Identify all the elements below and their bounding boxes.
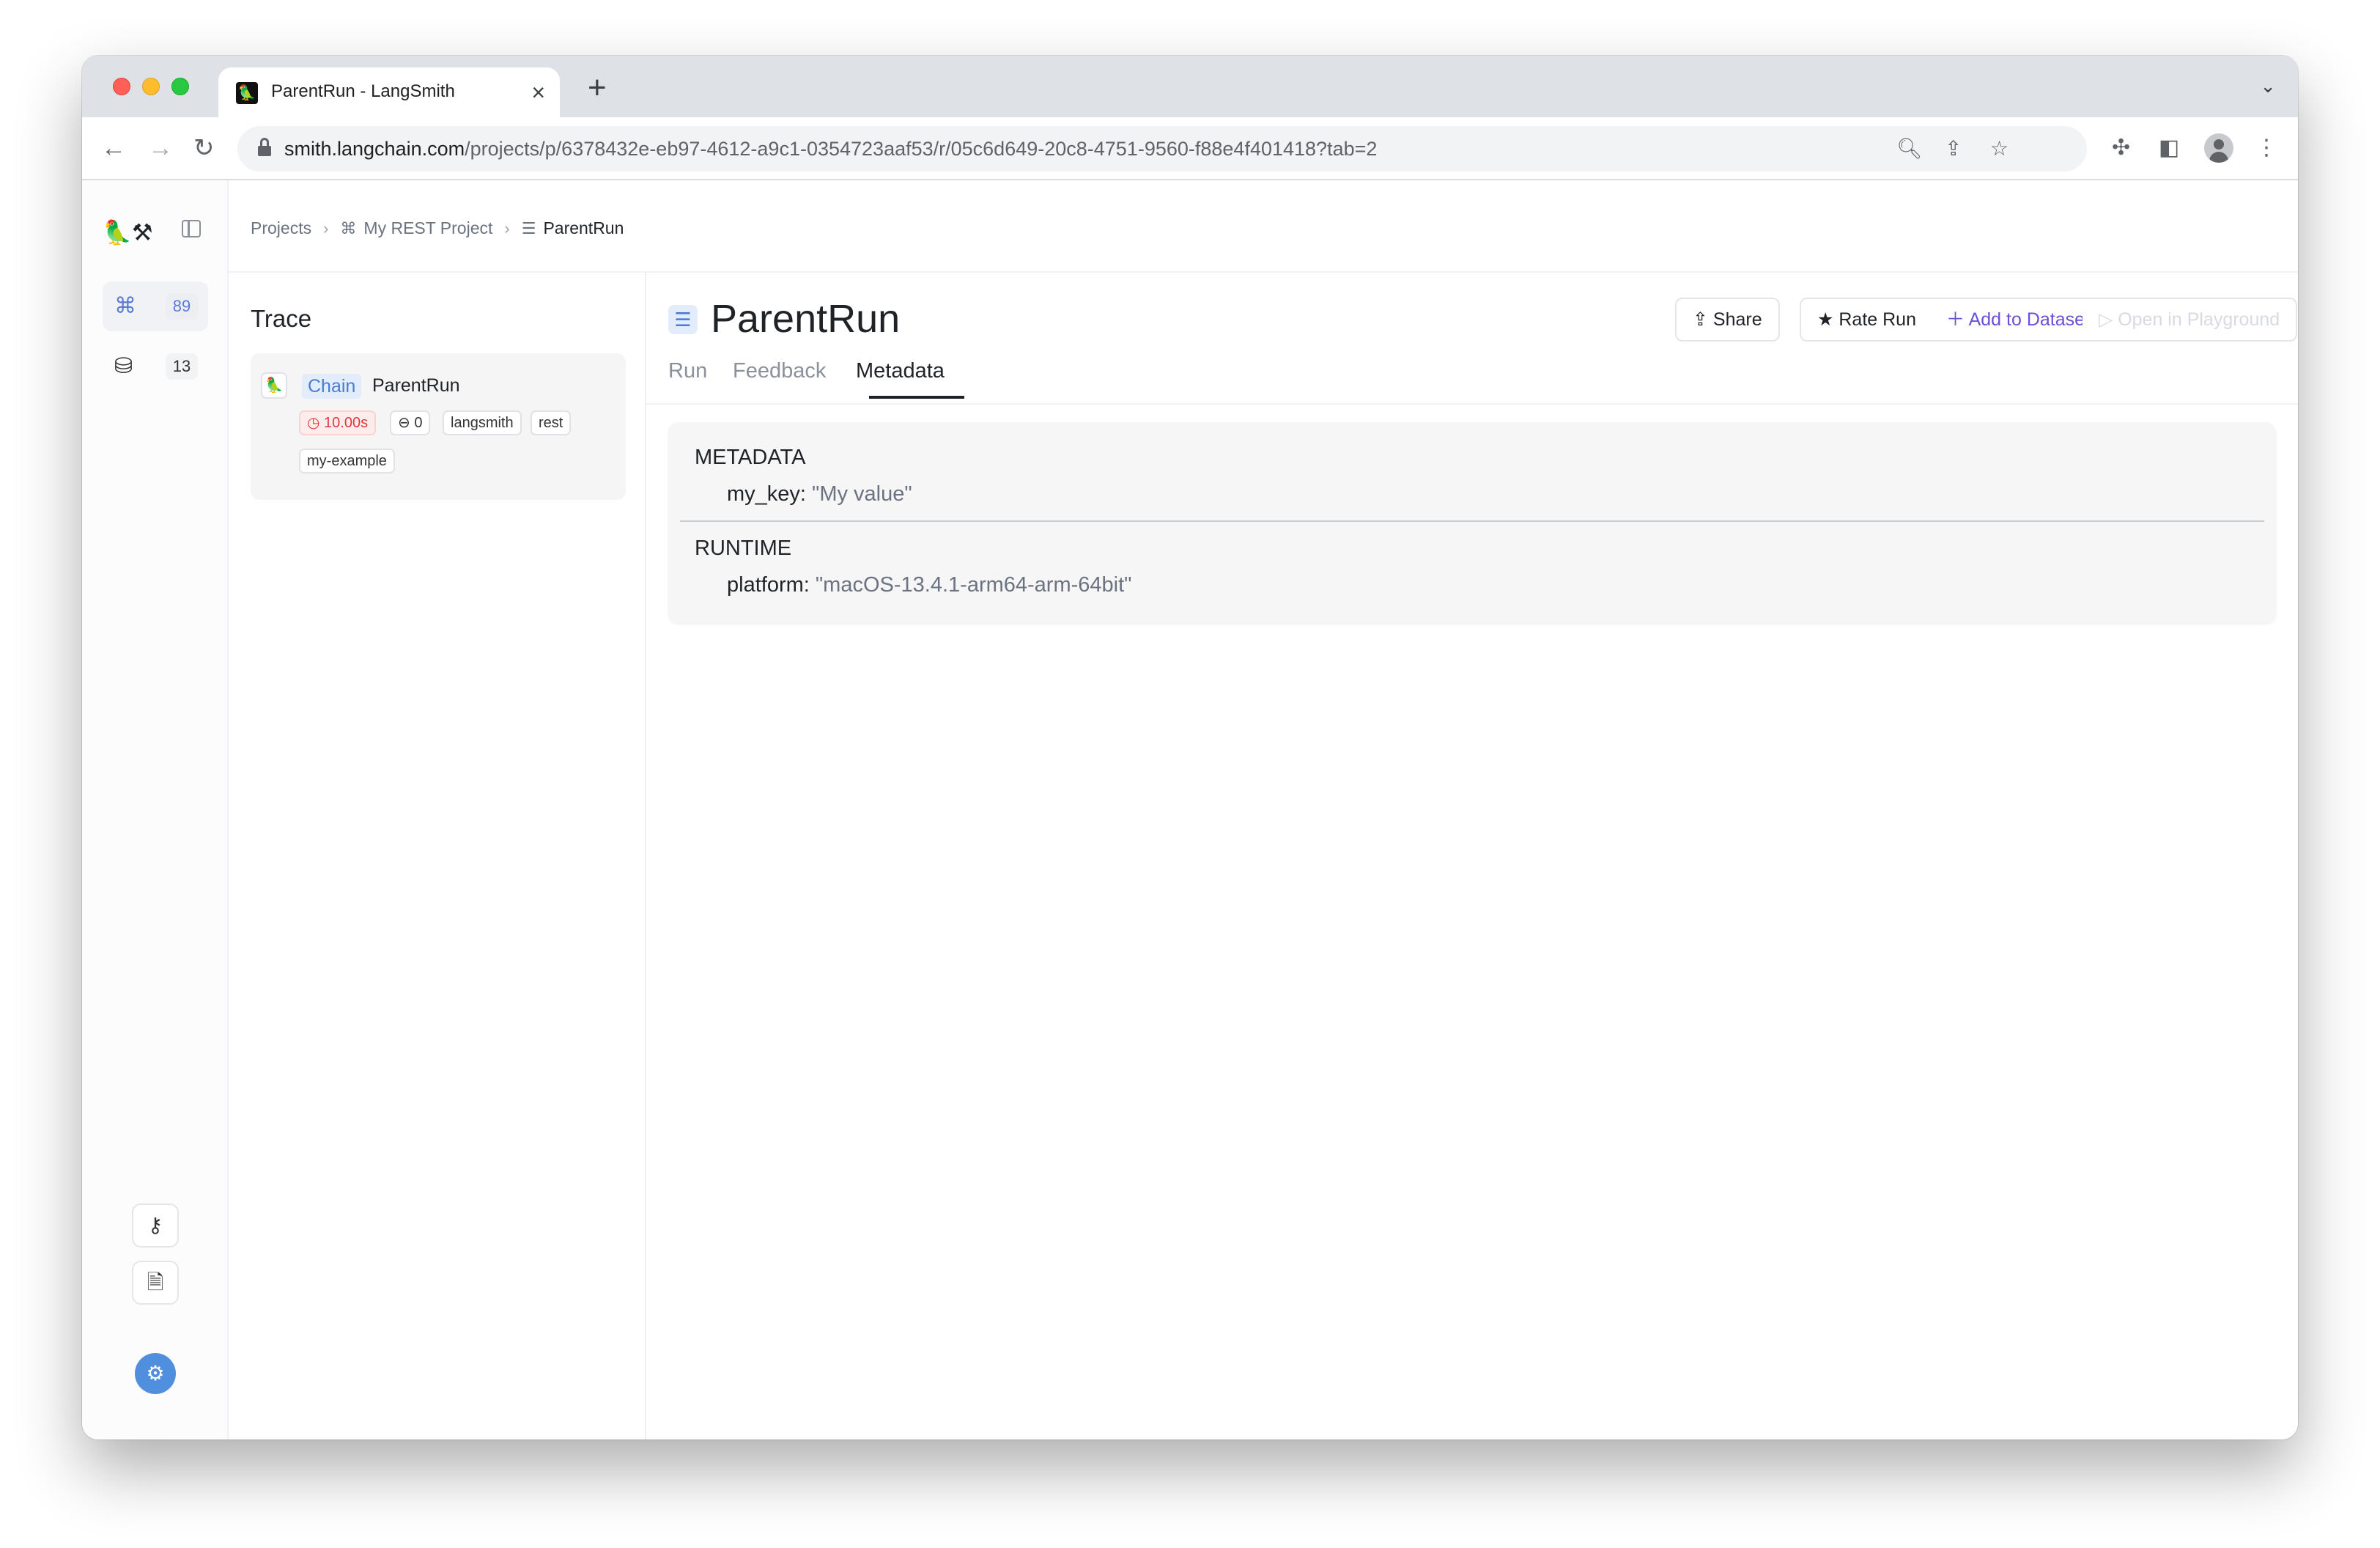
project-grid-icon: ⌘ bbox=[340, 218, 357, 237]
left-rail: 🦜⚒ ⌘ 89 ⛁ 13 ⚷ 🗎 ⚙ bbox=[82, 180, 229, 1440]
run-type-badge: Chain bbox=[302, 374, 362, 399]
trace-run-card[interactable]: 🦜 Chain ParentRun ◷ 10.00s ⊖ 0 langsmith… bbox=[251, 353, 626, 500]
zoom-icon[interactable]: 🔍︎ bbox=[1896, 135, 1923, 163]
trace-panel: Trace 🦜 Chain ParentRun ◷ 10.00s ⊖ 0 lan… bbox=[229, 273, 646, 1440]
token-icon: ⊖ bbox=[398, 415, 410, 431]
browser-toolbar: ← → ↻ smith.langchain.com/projects/p/637… bbox=[82, 117, 2298, 180]
profile-avatar-icon[interactable] bbox=[2204, 133, 2233, 163]
metadata-divider bbox=[680, 520, 2264, 522]
maximize-window-button[interactable] bbox=[171, 78, 189, 95]
tab-search-chevron-icon[interactable]: ⌄ bbox=[2260, 75, 2276, 97]
user-icon: ⚙ bbox=[146, 1362, 165, 1385]
tab-strip: 🦜 ParentRun - LangSmith × + ⌄ bbox=[82, 56, 2298, 117]
close-tab-icon[interactable]: × bbox=[531, 78, 545, 107]
bookmark-star-icon[interactable]: ☆ bbox=[1990, 135, 2008, 163]
rail-item-projects[interactable]: ⌘ 89 bbox=[103, 281, 208, 331]
play-circle-icon: ▷ bbox=[2099, 309, 2113, 330]
chevron-right-icon: › bbox=[323, 218, 329, 237]
tag-rest: rest bbox=[531, 410, 572, 435]
upload-icon: ⇪ bbox=[1693, 309, 1708, 330]
extensions-puzzle-icon[interactable]: ✣ bbox=[2112, 133, 2130, 163]
run-name: ParentRun bbox=[372, 375, 460, 396]
reload-icon[interactable]: ↻ bbox=[193, 132, 215, 164]
breadcrumb-projects[interactable]: Projects bbox=[251, 218, 311, 238]
url-text[interactable]: smith.langchain.com/projects/p/6378432e-… bbox=[284, 138, 1377, 161]
star-icon: ★ bbox=[1817, 309, 1834, 330]
forward-arrow-icon[interactable]: → bbox=[148, 132, 173, 164]
minimize-window-button[interactable] bbox=[142, 78, 160, 95]
sidebar-toggle-icon[interactable] bbox=[182, 220, 201, 237]
projects-grid-icon: ⌘ bbox=[114, 294, 136, 318]
langsmith-logo-icon[interactable]: 🦜⚒ bbox=[103, 218, 153, 246]
tag-my-example: my-example bbox=[299, 449, 395, 473]
page-title: ParentRun bbox=[711, 297, 901, 341]
rate-run-button[interactable]: ★ Rate Run bbox=[1800, 298, 1934, 342]
tabs-divider bbox=[646, 403, 2298, 405]
latency-badge: ◷ 10.00s bbox=[299, 410, 377, 435]
share-page-icon[interactable]: ⇪ bbox=[1945, 135, 1962, 163]
api-key-button[interactable]: ⚷ bbox=[132, 1204, 179, 1247]
side-panel-icon[interactable]: ◧ bbox=[2159, 133, 2179, 163]
lock-icon[interactable] bbox=[258, 138, 271, 157]
token-count-badge: ⊖ 0 bbox=[390, 410, 431, 435]
tab-feedback[interactable]: Feedback bbox=[733, 359, 826, 383]
address-bar[interactable]: smith.langchain.com/projects/p/6378432e-… bbox=[237, 126, 2087, 172]
browser-tab[interactable]: 🦜 ParentRun - LangSmith × bbox=[218, 67, 560, 117]
rail-item-datasets[interactable]: ⛁ 13 bbox=[103, 342, 208, 391]
run-list-icon: ☰ bbox=[521, 218, 536, 237]
tab-title: ParentRun - LangSmith bbox=[271, 81, 455, 101]
share-button[interactable]: ⇪ Share bbox=[1675, 298, 1780, 342]
add-to-dataset-button[interactable]: ＋ Add to Dataset bbox=[1930, 298, 2107, 342]
active-tab-indicator bbox=[869, 396, 964, 399]
breadcrumb-project[interactable]: My REST Project bbox=[363, 218, 492, 238]
langsmith-app: 🦜⚒ ⌘ 89 ⛁ 13 ⚷ 🗎 ⚙ Projects › ⌘ My REST … bbox=[82, 180, 2298, 1440]
open-in-playground-button[interactable]: ▷ Open in Playground bbox=[2082, 298, 2298, 342]
breadcrumb: Projects › ⌘ My REST Project › ☰ ParentR… bbox=[251, 218, 624, 238]
key-icon: ⚷ bbox=[147, 1214, 163, 1236]
tag-langsmith: langsmith bbox=[443, 410, 522, 435]
close-window-button[interactable] bbox=[113, 78, 130, 95]
docs-button[interactable]: 🗎 bbox=[132, 1261, 179, 1305]
main-area: Projects › ⌘ My REST Project › ☰ ParentR… bbox=[229, 180, 2298, 1440]
metadata-card: METADATA my_key: "My value" RUNTIME plat… bbox=[668, 422, 2276, 623]
document-icon: 🗎 bbox=[147, 1271, 164, 1294]
metadata-section-title: METADATA bbox=[695, 446, 806, 469]
runtime-row: platform: "macOS-13.4.1-arm64-arm-64bit" bbox=[727, 573, 1132, 597]
run-type-list-icon: ☰ bbox=[668, 305, 698, 334]
chain-run-icon: 🦜 bbox=[261, 372, 287, 399]
clock-icon: ◷ bbox=[307, 415, 320, 431]
datasets-count: 13 bbox=[166, 353, 198, 380]
run-detail-panel: ☰ ParentRun ⇪ Share ★ Rate Run ＋ Add to … bbox=[646, 273, 2298, 1440]
projects-count: 89 bbox=[166, 293, 198, 320]
langsmith-favicon-icon: 🦜 bbox=[236, 82, 258, 104]
runtime-section-title: RUNTIME bbox=[695, 537, 792, 560]
tab-run[interactable]: Run bbox=[668, 359, 707, 383]
back-arrow-icon[interactable]: ← bbox=[101, 132, 126, 164]
chevron-right-icon: › bbox=[504, 218, 510, 237]
more-menu-icon[interactable]: ⋮ bbox=[2255, 133, 2277, 163]
breadcrumb-run: ParentRun bbox=[543, 218, 624, 237]
trace-title: Trace bbox=[251, 305, 312, 332]
plus-icon: ＋ bbox=[1946, 309, 1965, 330]
metadata-row: my_key: "My value" bbox=[727, 482, 912, 506]
database-icon: ⛁ bbox=[114, 354, 133, 378]
new-tab-icon[interactable]: + bbox=[588, 70, 607, 106]
user-avatar[interactable]: ⚙ bbox=[135, 1353, 176, 1394]
tab-metadata[interactable]: Metadata bbox=[856, 359, 945, 383]
browser-window: 🦜 ParentRun - LangSmith × + ⌄ ← → ↻ smit… bbox=[82, 56, 2298, 1440]
